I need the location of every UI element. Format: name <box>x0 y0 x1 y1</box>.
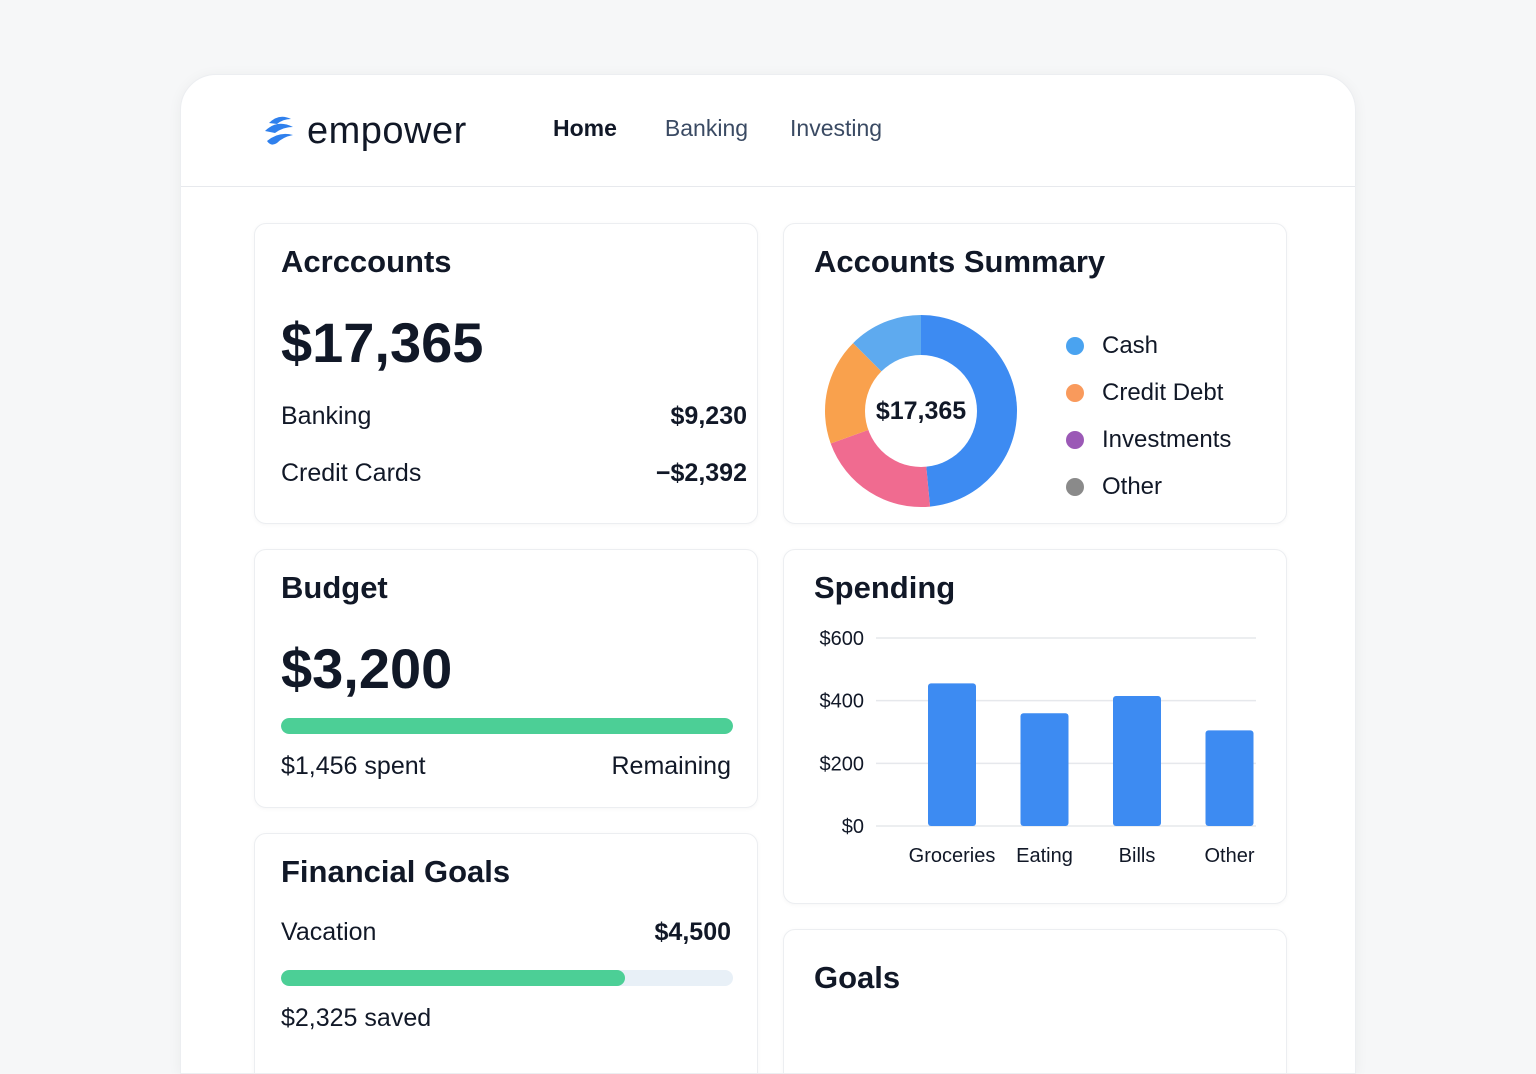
vacation-progress-bar <box>281 970 733 986</box>
x-tick-label-bills: Bills <box>1119 845 1156 867</box>
bar-groceries[interactable] <box>928 683 976 826</box>
credit-cards-label: Credit Cards <box>281 459 422 487</box>
nav-item-investing[interactable]: Investing <box>790 115 882 142</box>
legend-item-cash: Cash <box>1066 322 1231 369</box>
summary-legend: Cash Credit Debt Investments Other <box>1066 322 1231 510</box>
app-window: empower Home Banking Investing Acrccount… <box>180 74 1356 1074</box>
empower-logo-icon <box>265 116 293 145</box>
legend-dot-cash <box>1066 336 1084 355</box>
accounts-summary-card[interactable]: Accounts Summary $17,365 Cash Credit Deb… <box>783 223 1287 524</box>
budget-amount: $3,200 <box>281 637 453 700</box>
vacation-saved-label: $2,325 saved <box>281 1004 432 1032</box>
accounts-donut-chart: $17,365 <box>825 315 1017 507</box>
legend-item-investments: Investments <box>1066 416 1231 463</box>
budget-remaining-label: Remaining <box>611 752 731 780</box>
y-tick-label: $0 <box>842 816 864 838</box>
main-nav: Home Banking Investing <box>553 115 924 142</box>
legend-label-other: Other <box>1102 472 1163 500</box>
goals-title: Goals <box>814 960 901 995</box>
legend-item-credit-debt: Credit Debt <box>1066 369 1231 416</box>
bar-bills[interactable] <box>1113 695 1161 826</box>
budget-spent-label: $1,456 spent <box>281 752 426 780</box>
brand-logo[interactable]: empower <box>261 109 467 153</box>
goals-card[interactable]: Goals <box>783 929 1287 1073</box>
banking-label: Banking <box>281 402 372 430</box>
legend-dot-credit-debt <box>1066 383 1084 402</box>
donut-center-total: $17,365 <box>876 397 966 425</box>
legend-dot-investments <box>1066 430 1084 449</box>
legend-label-credit-debt: Credit Debt <box>1102 378 1224 406</box>
financial-goals-title: Financial Goals <box>281 854 511 889</box>
legend-label-investments: Investments <box>1102 425 1232 453</box>
bar-other[interactable] <box>1205 730 1254 826</box>
legend-label-cash: Cash <box>1102 331 1159 359</box>
spending-bar-chart: $0 $200 $400 $600 Groceries Eating Bills Other <box>820 630 1256 867</box>
nav-item-banking[interactable]: Banking <box>665 115 748 142</box>
x-tick-label-other: Other <box>1204 845 1254 867</box>
credit-cards-value: −$2,392 <box>655 459 747 487</box>
accounts-total: $17,365 <box>281 311 484 374</box>
budget-progress-bar <box>281 718 733 734</box>
budget-progress-fill <box>281 718 733 734</box>
budget-card[interactable]: Budget $3,200 $1,456 spent Remaining <box>254 549 758 808</box>
y-tick-label: $200 <box>820 753 865 775</box>
accounts-summary-title: Accounts Summary <box>814 244 1106 279</box>
y-tick-label: $600 <box>820 630 865 650</box>
legend-item-other: Other <box>1066 463 1231 510</box>
brand-name: empower <box>307 109 467 152</box>
nav-item-home[interactable]: Home <box>553 115 617 142</box>
spending-card[interactable]: Spending $0 $200 $400 $600 Groceries Eating B… <box>783 549 1287 904</box>
financial-goals-card[interactable]: Financial Goals Vacation $4,500 $2,325 s… <box>254 833 758 1073</box>
bar-eating[interactable] <box>1020 713 1069 826</box>
x-tick-label-eating: Eating <box>1016 845 1073 867</box>
x-tick-label-groceries: Groceries <box>909 845 996 867</box>
budget-title: Budget <box>281 570 388 605</box>
accounts-title: Acrccounts <box>281 244 452 279</box>
spending-title: Spending <box>814 570 956 605</box>
vacation-progress-fill <box>281 970 625 986</box>
vacation-goal-label: Vacation <box>281 918 377 946</box>
legend-dot-other <box>1066 477 1084 496</box>
top-navigation-bar: empower Home Banking Investing <box>181 75 1355 187</box>
y-tick-label: $400 <box>820 691 865 713</box>
accounts-card[interactable]: Acrccounts $17,365 Banking $9,230 Credit… <box>254 223 758 524</box>
banking-value: $9,230 <box>670 402 747 430</box>
vacation-goal-value: $4,500 <box>654 918 731 946</box>
